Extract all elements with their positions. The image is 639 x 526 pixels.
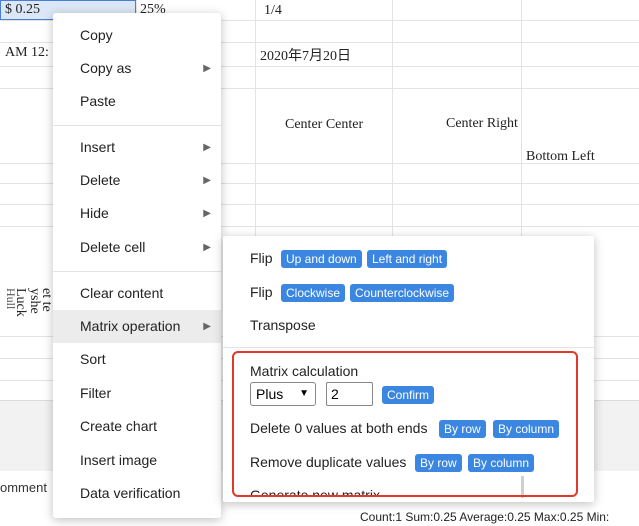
menu-item-copy-as[interactable]: Copy as ▶ — [53, 52, 221, 85]
sheet-tab[interactable]: omment — [0, 480, 47, 495]
submenu-separator — [223, 347, 594, 348]
transpose-item[interactable]: Transpose — [250, 317, 316, 333]
menu-item-label: Paste — [80, 93, 116, 109]
cell-vertical-text: et te — [39, 288, 54, 312]
cell-d2[interactable]: 2020年7月20日 — [260, 45, 351, 65]
chevron-right-icon: ▶ — [203, 142, 211, 153]
menu-item-delete-cell[interactable]: Delete cell ▶ — [53, 231, 221, 264]
menu-item-label: Sort — [80, 351, 106, 367]
menu-item-label: Delete — [80, 172, 121, 188]
flip-counterclockwise-button[interactable]: Counterclockwise — [350, 284, 455, 302]
chevron-right-icon: ▶ — [203, 208, 211, 219]
chevron-right-icon: ▶ — [203, 242, 211, 253]
cell-bottom-left[interactable]: Bottom Left — [526, 149, 595, 165]
status-bar: Count:1 Sum:0.25 Average:0.25 Max:0.25 M… — [360, 510, 610, 524]
cell-center-right[interactable]: Center Right — [446, 116, 518, 132]
flip-left-right-button[interactable]: Left and right — [367, 250, 448, 268]
menu-item-copy[interactable]: Copy — [53, 19, 221, 52]
menu-item-label: Copy — [80, 27, 113, 43]
menu-item-data-verification[interactable]: Data verification — [53, 477, 221, 510]
menu-item-delete[interactable]: Delete ▶ — [53, 164, 221, 197]
menu-item-create-chart[interactable]: Create chart — [53, 410, 221, 443]
flip-label: Flip — [250, 284, 273, 300]
chevron-right-icon: ▶ — [203, 321, 211, 332]
menu-item-label: Copy as — [80, 60, 132, 76]
chevron-right-icon: ▶ — [203, 63, 211, 74]
menu-separator — [53, 271, 221, 272]
menu-item-filter[interactable]: Filter — [53, 377, 221, 410]
flip-clockwise-button[interactable]: Clockwise — [281, 284, 346, 302]
cell-a1[interactable]: $ 0.25 — [5, 2, 40, 18]
menu-item-paste[interactable]: Paste — [53, 85, 221, 118]
menu-item-hide[interactable]: Hide ▶ — [53, 197, 221, 230]
flip-label: Flip — [250, 250, 273, 266]
menu-item-insert[interactable]: Insert ▶ — [53, 131, 221, 164]
menu-item-label: Clear content — [80, 285, 164, 301]
menu-item-clear-content[interactable]: Clear content — [53, 277, 221, 310]
menu-item-label: Matrix operation — [80, 318, 181, 334]
menu-item-sort[interactable]: Sort — [53, 343, 221, 376]
menu-separator — [53, 125, 221, 126]
context-menu: Copy Copy as ▶ Paste Insert ▶ Delete ▶ Hide… — [53, 13, 221, 518]
menu-item-label: Insert — [80, 139, 116, 155]
cell-d1[interactable]: 1/4 — [264, 3, 282, 19]
chevron-right-icon: ▶ — [203, 175, 211, 186]
flip-up-down-button[interactable]: Up and down — [281, 250, 362, 268]
menu-item-label: Insert image — [80, 452, 158, 468]
menu-item-label: Create chart — [80, 418, 158, 434]
menu-item-label: Filter — [80, 385, 112, 401]
menu-item-insert-image[interactable]: Insert image — [53, 444, 221, 477]
cell-center-center[interactable]: Center Center — [285, 117, 363, 133]
highlight-box — [232, 351, 578, 497]
cell-a2[interactable]: AM 12: — [5, 45, 49, 61]
menu-item-label: Hide — [80, 205, 109, 221]
menu-item-label: Delete cell — [80, 239, 146, 255]
menu-item-matrix-operation[interactable]: Matrix operation ▶ — [53, 310, 221, 343]
menu-item-label: Data verification — [80, 485, 181, 501]
